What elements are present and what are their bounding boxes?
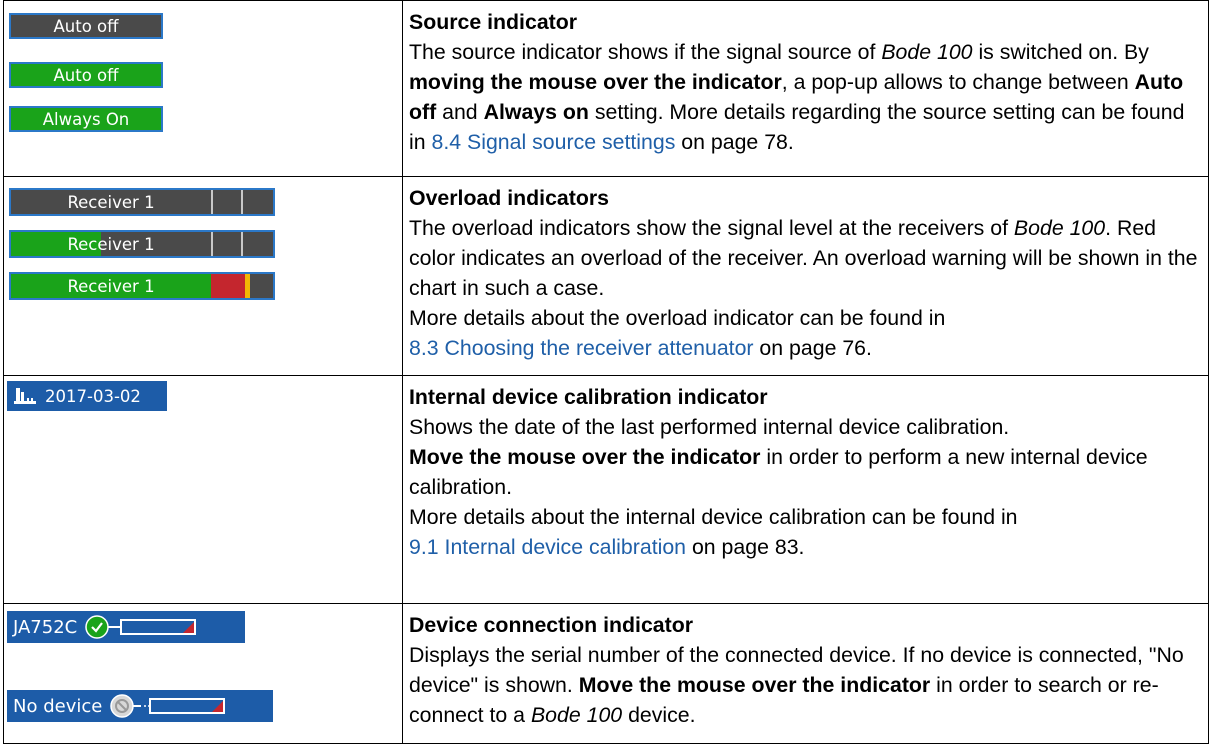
description-cell: Overload indicators The overload indicat… <box>402 176 1209 376</box>
table-row: Auto off Auto off Always On Source indic… <box>3 0 1209 177</box>
image-cell: 2017-03-02 <box>3 375 403 604</box>
source-indicator-label: Auto off <box>53 65 119 85</box>
description-cell: Source indicator The source indicator sh… <box>402 0 1209 177</box>
device-connected-indicator[interactable]: JA752C <box>7 611 245 643</box>
segment-divider <box>211 232 213 256</box>
receiver-label: Receiver 1 <box>67 276 155 296</box>
table-row: Receiver 1 Receiver 1 Receiver 1 Overloa… <box>3 176 1209 376</box>
indicator-table: Auto off Auto off Always On Source indic… <box>3 0 1209 744</box>
no-device-indicator[interactable]: No device <box>7 690 273 722</box>
row-title: Source indicator <box>409 10 578 34</box>
cross-reference-link[interactable]: 9.1 Internal device calibration <box>409 535 686 559</box>
row-description: Displays the serial number of the connec… <box>409 643 1184 727</box>
table-row: JA752C No device Device connection indic… <box>3 603 1209 744</box>
device-serial: JA752C <box>13 616 78 638</box>
row-description: The source indicator shows if the signal… <box>409 40 1185 154</box>
source-indicator-always-on[interactable]: Always On <box>9 106 163 132</box>
segment-divider <box>211 190 213 214</box>
overload-indicator-idle[interactable]: Receiver 1 <box>9 188 275 216</box>
segment-divider <box>241 190 243 214</box>
calibration-date: 2017-03-02 <box>45 386 141 406</box>
calibration-indicator[interactable]: 2017-03-02 <box>7 381 167 411</box>
row-title: Device connection indicator <box>409 613 694 637</box>
row-description: The overload indicators show the signal … <box>409 216 1198 360</box>
row-title: Internal device calibration indicator <box>409 385 768 409</box>
disconnected-cable-icon <box>110 694 226 718</box>
source-indicator-auto-off-active[interactable]: Auto off <box>9 62 163 88</box>
overload-indicator-partial[interactable]: Receiver 1 <box>9 230 275 258</box>
device-status: No device <box>13 695 103 717</box>
description-cell: Device connection indicator Displays the… <box>402 603 1209 744</box>
calibration-icon <box>14 388 36 404</box>
image-cell: JA752C No device <box>3 603 403 744</box>
row-title: Overload indicators <box>409 186 610 210</box>
description-cell: Internal device calibration indicator Sh… <box>402 375 1209 604</box>
segment-divider <box>241 232 243 256</box>
image-cell: Receiver 1 Receiver 1 Receiver 1 <box>3 176 403 376</box>
receiver-label: Receiver 1 <box>67 234 155 254</box>
source-indicator-label: Auto off <box>53 16 119 36</box>
table-row: 2017-03-02 Internal device calibration i… <box>3 375 1209 604</box>
image-cell: Auto off Auto off Always On <box>3 0 403 177</box>
connected-cable-icon <box>85 615 197 639</box>
cross-reference-link[interactable]: 8.4 Signal source settings <box>432 130 676 154</box>
overload-indicator-overload[interactable]: Receiver 1 <box>9 272 275 300</box>
receiver-label: Receiver 1 <box>67 192 155 212</box>
row-description: Shows the date of the last performed int… <box>409 415 1148 559</box>
cross-reference-link[interactable]: 8.3 Choosing the receiver attenuator <box>409 336 754 360</box>
overload-empty-segment <box>250 274 273 298</box>
source-indicator-label: Always On <box>42 109 130 129</box>
source-indicator-auto-off-inactive[interactable]: Auto off <box>9 13 163 39</box>
overload-red-segment <box>211 274 245 298</box>
